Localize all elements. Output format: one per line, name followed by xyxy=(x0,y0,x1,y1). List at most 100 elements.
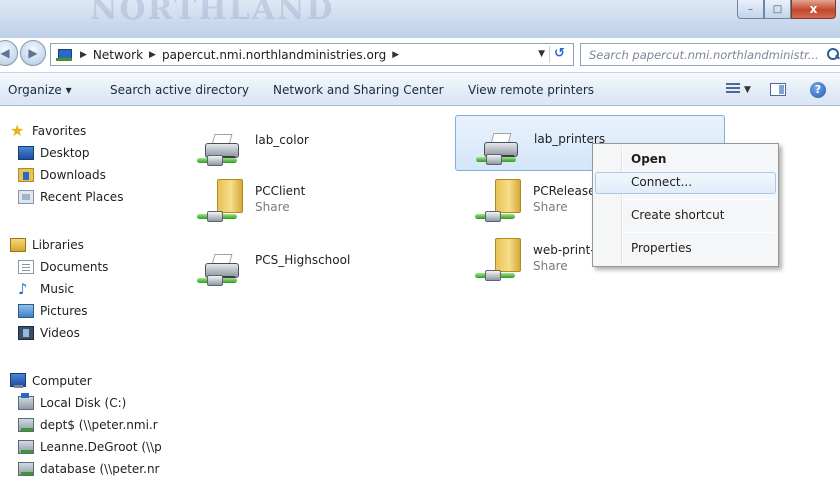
help-icon[interactable]: ? xyxy=(810,82,826,98)
search-placeholder: Search papercut.nmi.northlandministr... xyxy=(589,47,819,62)
navigation-pane: ★ Favorites Desktop Downloads Recent Pla… xyxy=(0,107,164,481)
nav-videos[interactable]: Videos xyxy=(18,323,80,343)
breadcrumb-network[interactable]: Network xyxy=(93,48,143,62)
menu-item-properties[interactable]: Properties xyxy=(595,238,776,260)
close-button[interactable]: x xyxy=(791,0,836,19)
item-type: Share xyxy=(255,200,290,214)
network-cable-icon xyxy=(475,268,515,282)
nav-leanne-share[interactable]: Leanne.DeGroot (\\p xyxy=(18,437,162,457)
nav-label: Leanne.DeGroot (\\p xyxy=(40,440,162,454)
nav-pictures[interactable]: Pictures xyxy=(18,301,88,321)
star-icon: ★ xyxy=(10,121,25,140)
chevron-right-icon[interactable]: ▶ xyxy=(149,50,156,60)
item-pcs-highschool[interactable]: PCS_Highschool xyxy=(177,237,447,293)
command-bar: Organize ▾ Search active directory Netwo… xyxy=(0,72,840,106)
nav-label: Pictures xyxy=(40,304,88,318)
menu-item-create-shortcut[interactable]: Create shortcut xyxy=(595,205,776,227)
menu-item-connect[interactable]: Connect... xyxy=(595,172,776,194)
network-sharing-center-button[interactable]: Network and Sharing Center xyxy=(273,83,444,97)
network-drive-icon xyxy=(18,418,34,432)
folder-icon xyxy=(495,179,521,213)
item-name: PCClient xyxy=(255,184,306,198)
item-name: PCS_Highschool xyxy=(255,253,351,267)
search-input[interactable]: Search papercut.nmi.northlandministr... xyxy=(580,43,840,66)
chevron-right-icon[interactable]: ▶ xyxy=(80,50,87,60)
item-name: lab_color xyxy=(255,133,309,147)
nav-local-disk[interactable]: Local Disk (C:) xyxy=(18,393,126,413)
nav-label: database (\\peter.nr xyxy=(40,462,160,476)
change-view-icon[interactable] xyxy=(726,83,740,95)
address-dropdown-icon[interactable]: ▼ xyxy=(538,49,545,59)
view-remote-printers-button[interactable]: View remote printers xyxy=(468,83,594,97)
nav-label: Computer xyxy=(32,374,92,388)
network-cable-icon xyxy=(476,152,516,166)
item-name: PCRelease xyxy=(533,184,596,198)
preview-pane-icon[interactable] xyxy=(770,83,786,96)
nav-favorites[interactable]: ★ Favorites xyxy=(10,121,86,141)
nav-documents[interactable]: Documents xyxy=(18,257,108,277)
music-icon: ♪ xyxy=(18,280,28,298)
minimize-button[interactable]: – xyxy=(737,0,764,19)
nav-downloads[interactable]: Downloads xyxy=(18,165,106,185)
nav-label: Desktop xyxy=(40,146,90,160)
nav-desktop[interactable]: Desktop xyxy=(18,143,90,163)
title-bar: NORTHLAND – □ x xyxy=(0,0,840,38)
forward-arrow-icon: ▶ xyxy=(28,46,38,60)
nav-dept-share[interactable]: dept$ (\\peter.nmi.r xyxy=(18,415,158,435)
nav-label: Documents xyxy=(40,260,109,274)
window-controls: – □ x xyxy=(737,0,836,19)
nav-label: Recent Places xyxy=(40,190,124,204)
breadcrumb-server[interactable]: papercut.nmi.northlandministries.org xyxy=(162,48,386,62)
nav-label: Downloads xyxy=(40,168,106,182)
logo-watermark: NORTHLAND xyxy=(90,0,335,22)
pictures-icon xyxy=(18,304,34,318)
computer-icon xyxy=(10,373,26,388)
network-drive-icon xyxy=(18,462,34,476)
downloads-icon xyxy=(18,168,34,182)
network-drive-icon xyxy=(18,440,34,454)
refresh-icon[interactable]: ↺ xyxy=(549,46,569,63)
nav-music[interactable]: ♪ Music xyxy=(18,279,74,299)
item-pcclient[interactable]: PCClient Share xyxy=(177,173,447,229)
chevron-right-icon[interactable]: ▶ xyxy=(392,50,399,60)
network-cable-icon xyxy=(197,209,237,223)
network-cable-icon xyxy=(197,273,237,287)
maximize-button[interactable]: □ xyxy=(764,0,791,19)
menu-item-open[interactable]: Open xyxy=(595,149,776,171)
folder-icon xyxy=(217,179,243,213)
search-active-directory-button[interactable]: Search active directory xyxy=(110,83,249,97)
nav-label: Music xyxy=(40,282,75,296)
nav-label: Local Disk (C:) xyxy=(40,396,127,410)
desktop-icon xyxy=(18,146,34,160)
local-disk-icon xyxy=(18,393,34,410)
forward-button[interactable]: ▶ xyxy=(20,40,46,66)
organize-menu[interactable]: Organize ▾ xyxy=(8,83,72,97)
nav-libraries[interactable]: Libraries xyxy=(10,235,84,255)
network-cable-icon xyxy=(475,209,515,223)
search-icon[interactable] xyxy=(827,48,839,60)
nav-database-share[interactable]: database (\\peter.nr xyxy=(18,459,160,479)
menu-separator xyxy=(624,199,774,200)
libraries-icon xyxy=(10,238,26,252)
nav-label: Libraries xyxy=(32,238,84,252)
nav-computer[interactable]: Computer xyxy=(10,371,92,391)
videos-icon xyxy=(18,326,34,340)
chevron-down-icon[interactable]: ▼ xyxy=(744,85,751,95)
nav-label: Favorites xyxy=(32,124,87,138)
address-bar[interactable]: ▶ Network ▶ papercut.nmi.northlandminist… xyxy=(50,43,574,66)
recent-places-icon xyxy=(18,190,34,204)
network-cable-icon xyxy=(197,153,237,167)
nav-label: Videos xyxy=(40,326,80,340)
item-lab-color[interactable]: lab_color xyxy=(177,117,447,173)
network-icon xyxy=(55,48,73,62)
documents-icon xyxy=(18,260,34,274)
item-type: Share xyxy=(533,259,568,273)
nav-label: dept$ (\\peter.nmi.r xyxy=(40,418,158,432)
back-button[interactable]: ◀ xyxy=(0,40,18,66)
item-type: Share xyxy=(533,200,568,214)
nav-recent-places[interactable]: Recent Places xyxy=(18,187,123,207)
menu-separator xyxy=(624,232,774,233)
back-arrow-icon: ◀ xyxy=(0,46,10,60)
folder-icon xyxy=(495,238,521,272)
context-menu: Open Connect... Create shortcut Properti… xyxy=(592,143,779,267)
